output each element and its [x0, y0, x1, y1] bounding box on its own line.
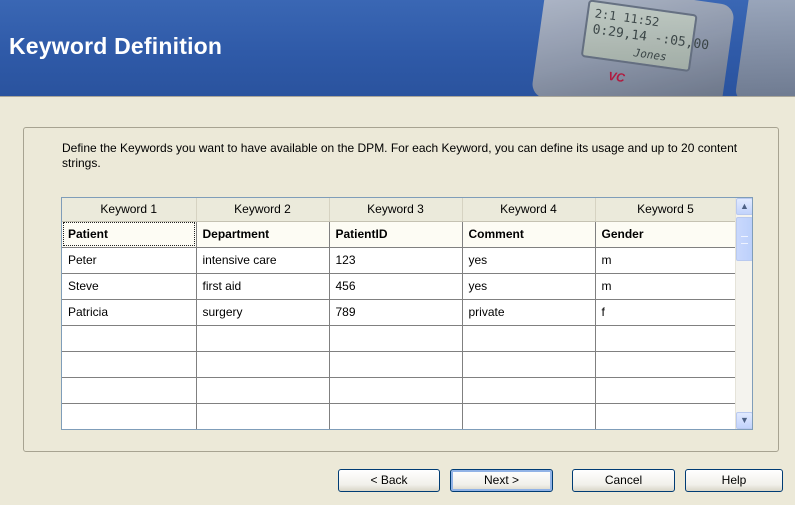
header-device-image: 2:1 11:52 0:29,14 -:05,00 Jones VC: [530, 0, 736, 96]
table-cell[interactable]: first aid: [196, 273, 330, 300]
table-cell[interactable]: [62, 377, 197, 404]
description-text: Define the Keywords you want to have ava…: [62, 141, 738, 170]
table-cell[interactable]: Patricia: [62, 299, 197, 326]
column-header[interactable]: Keyword 1: [62, 198, 197, 222]
table-cell[interactable]: [329, 325, 463, 352]
help-button[interactable]: Help: [685, 469, 783, 492]
chevron-up-icon[interactable]: ▲: [736, 198, 752, 215]
column-header[interactable]: Keyword 5: [595, 198, 737, 222]
table-cell[interactable]: [62, 351, 197, 378]
table-cell[interactable]: m: [595, 273, 737, 300]
table-cell[interactable]: [462, 403, 596, 429]
table-cell[interactable]: [595, 325, 737, 352]
table-cell[interactable]: 456: [329, 273, 463, 300]
keyword-table: Keyword 1 Keyword 2 Keyword 3 Keyword 4 …: [62, 198, 737, 429]
table-row: Steve first aid 456 yes m: [62, 273, 737, 300]
table-cell[interactable]: [462, 377, 596, 404]
table-row: [62, 403, 737, 429]
table-cell[interactable]: [329, 403, 463, 429]
keyword-name-cell[interactable]: Department: [196, 220, 330, 248]
table-cell[interactable]: m: [595, 247, 737, 274]
table-cell[interactable]: [329, 351, 463, 378]
next-button[interactable]: Next >: [450, 469, 553, 492]
table-row: Patricia surgery 789 private f: [62, 299, 737, 326]
column-header[interactable]: Keyword 3: [329, 198, 463, 222]
table-cell[interactable]: [595, 403, 737, 429]
device-line-2: Jones: [632, 46, 668, 64]
table-cell[interactable]: [62, 325, 197, 352]
keyword-name-cell[interactable]: PatientID: [329, 220, 463, 248]
table-cell[interactable]: 789: [329, 299, 463, 326]
table-cell[interactable]: 123: [329, 247, 463, 274]
keyword-name-cell[interactable]: Patient: [62, 220, 197, 248]
page-title: Keyword Definition: [9, 33, 223, 59]
table-cell[interactable]: [329, 377, 463, 404]
table-cell[interactable]: [196, 351, 330, 378]
table-row: [62, 377, 737, 404]
table-cell[interactable]: yes: [462, 273, 596, 300]
table-cell[interactable]: [196, 377, 330, 404]
table-row: Peter intensive care 123 yes m: [62, 247, 737, 274]
cancel-button[interactable]: Cancel: [572, 469, 675, 492]
vertical-scrollbar[interactable]: ▲ ▼: [735, 198, 752, 429]
device-brand-logo: VC: [607, 68, 626, 86]
keyword-name-cell[interactable]: Gender: [595, 220, 737, 248]
table-cell[interactable]: yes: [462, 247, 596, 274]
table-cell[interactable]: surgery: [196, 299, 330, 326]
scrollbar-thumb[interactable]: [736, 217, 752, 261]
chevron-down-icon[interactable]: ▼: [736, 412, 752, 429]
back-button[interactable]: < Back: [338, 469, 440, 492]
table-cell[interactable]: f: [595, 299, 737, 326]
keyword-name-cell[interactable]: Comment: [462, 220, 596, 248]
keyword-grid[interactable]: Keyword 1 Keyword 2 Keyword 3 Keyword 4 …: [61, 197, 753, 430]
table-cell[interactable]: private: [462, 299, 596, 326]
table-cell[interactable]: Steve: [62, 273, 197, 300]
wizard-header: 2:1 11:52 0:29,14 -:05,00 Jones VC Keywo…: [0, 0, 795, 96]
table-cell[interactable]: [62, 403, 197, 429]
table-row: [62, 351, 737, 378]
keyword-group-box: Define the Keywords you want to have ava…: [23, 127, 779, 452]
table-cell[interactable]: Peter: [62, 247, 197, 274]
table-cell[interactable]: [595, 377, 737, 404]
table-cell[interactable]: [196, 403, 330, 429]
header-divider: [0, 96, 795, 97]
column-header-row: Keyword 1 Keyword 2 Keyword 3 Keyword 4 …: [62, 198, 737, 222]
keyword-name-row: Patient Department PatientID Comment Gen…: [62, 220, 737, 248]
column-header[interactable]: Keyword 2: [196, 198, 330, 222]
table-cell[interactable]: intensive care: [196, 247, 330, 274]
table-cell[interactable]: [595, 351, 737, 378]
table-row: [62, 325, 737, 352]
table-cell[interactable]: [196, 325, 330, 352]
header-device-image-2: [734, 0, 795, 96]
device-screen: 2:1 11:52 0:29,14 -:05,00 Jones: [580, 0, 710, 73]
column-header[interactable]: Keyword 4: [462, 198, 596, 222]
table-cell[interactable]: [462, 325, 596, 352]
table-cell[interactable]: [462, 351, 596, 378]
